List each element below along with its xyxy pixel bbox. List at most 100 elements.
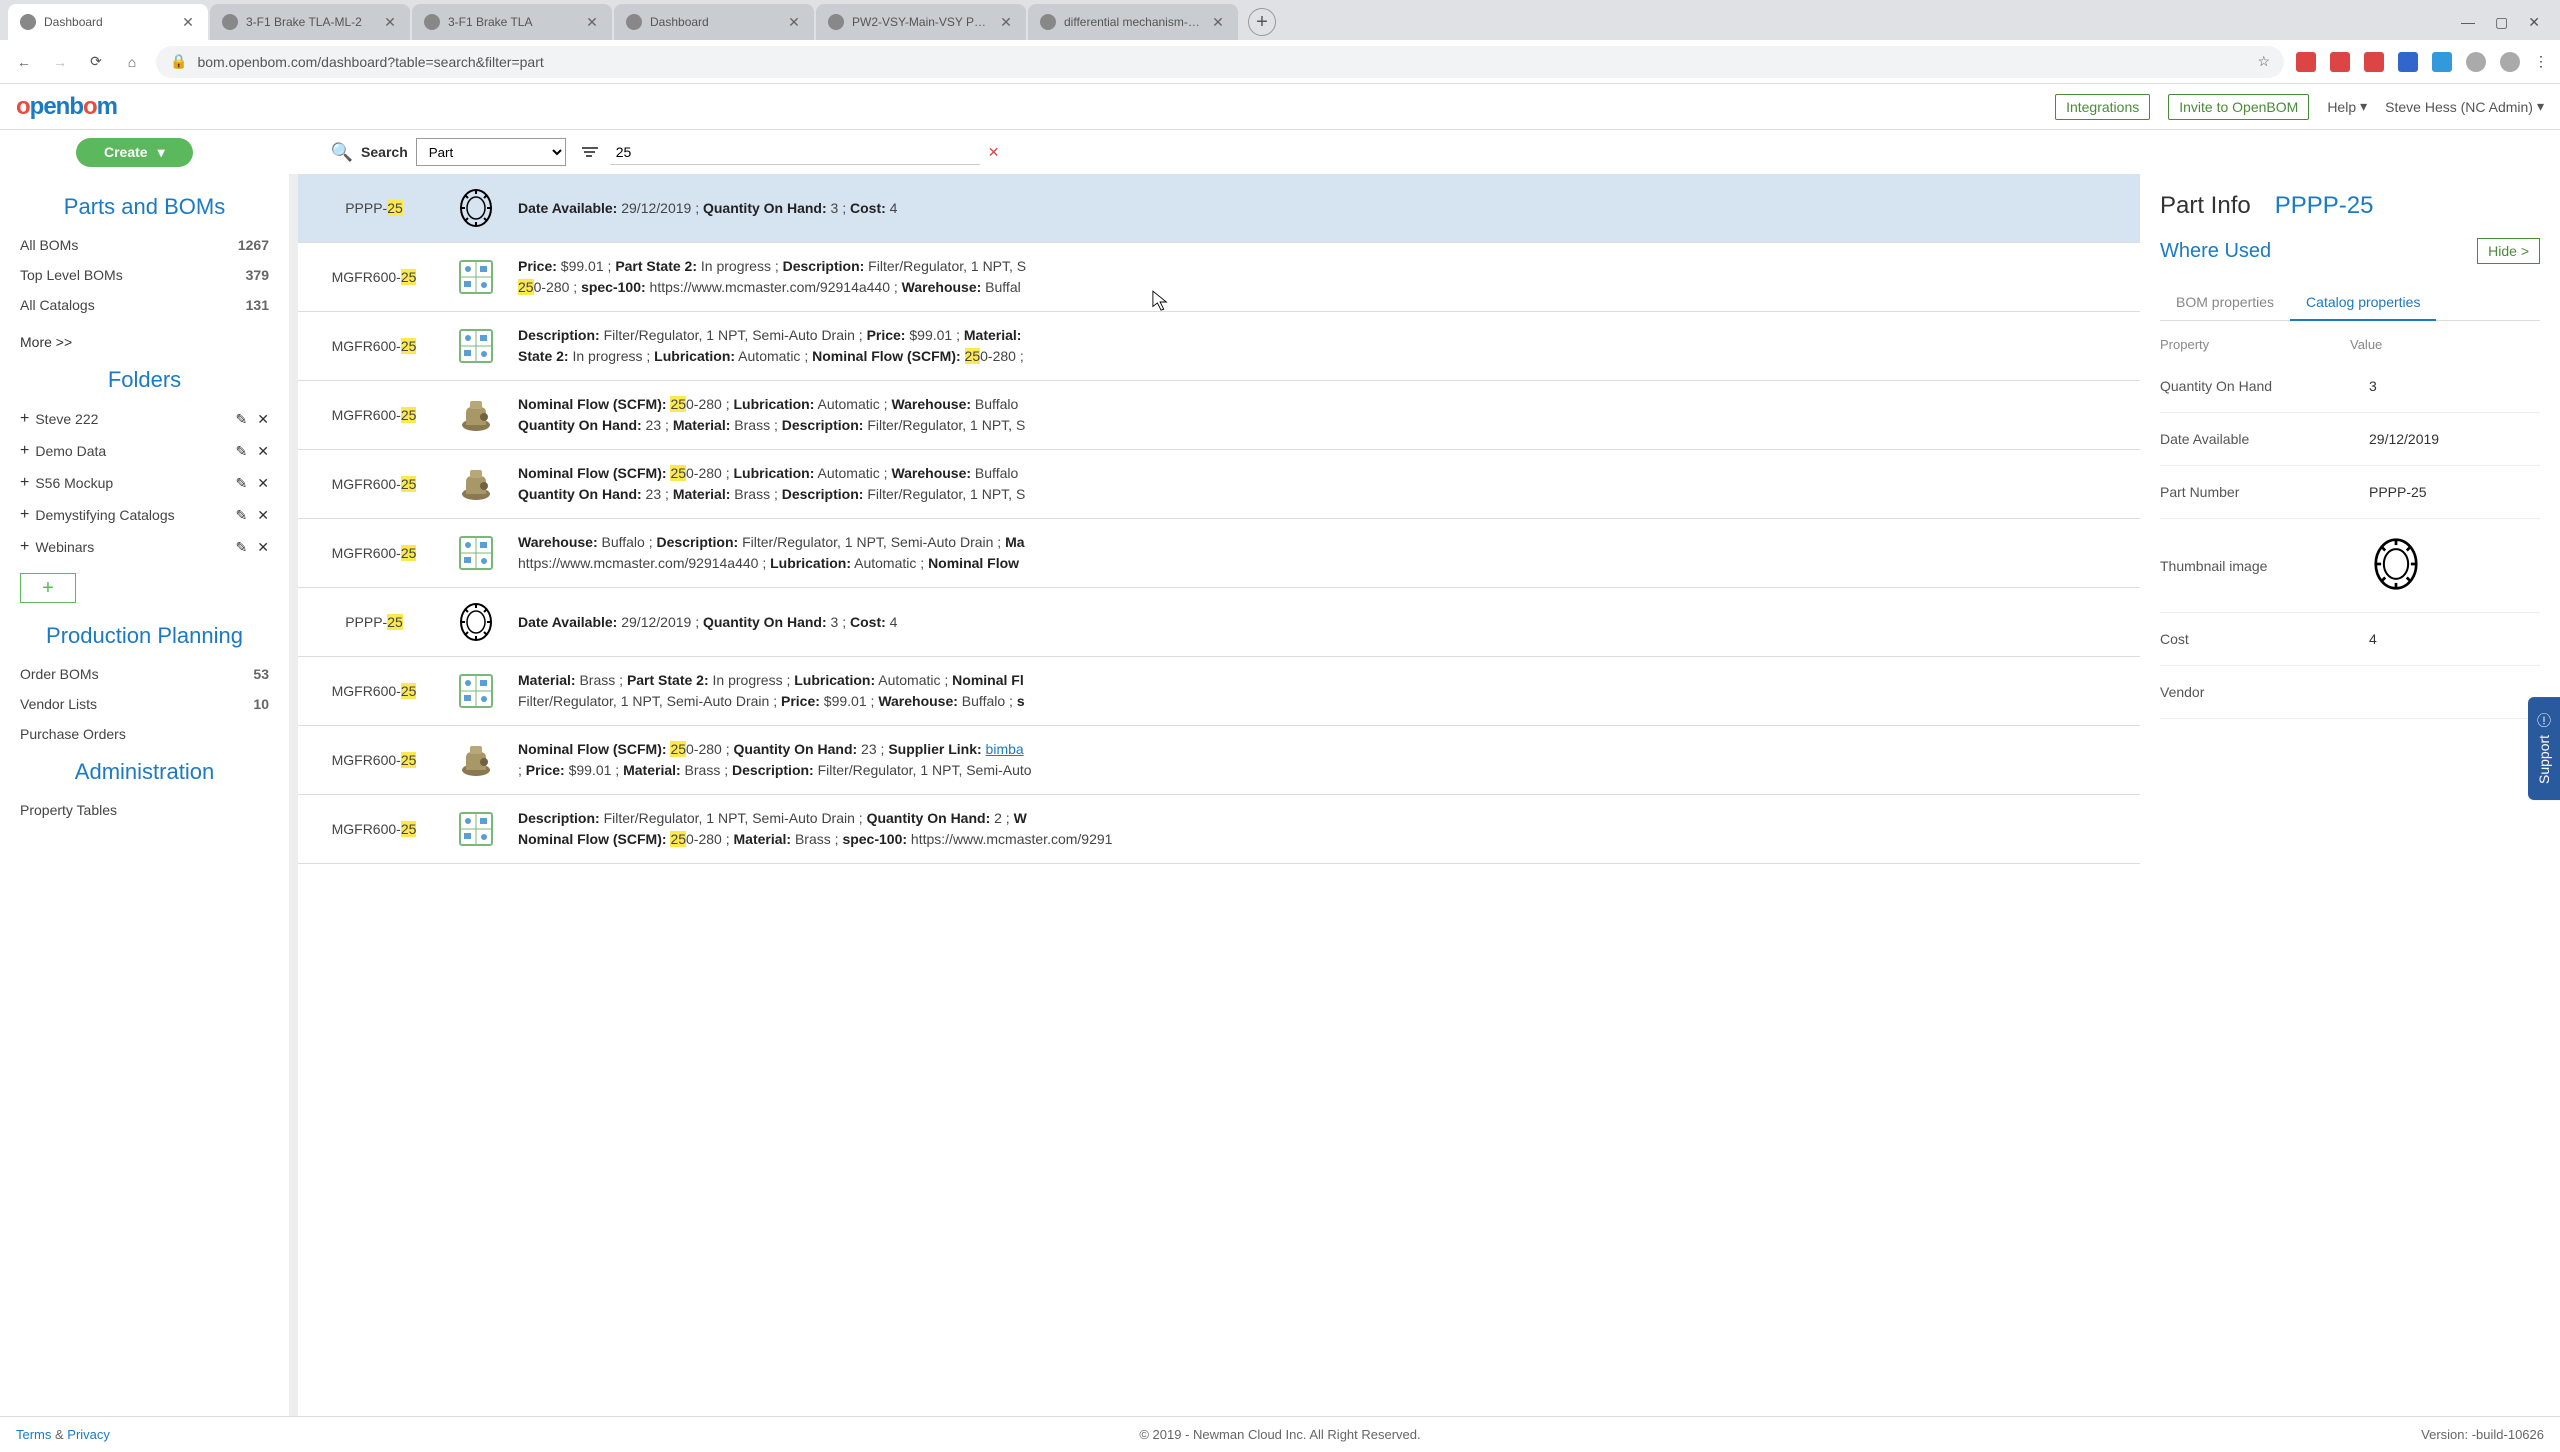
integrations-button[interactable]: Integrations <box>2055 94 2150 120</box>
delete-icon[interactable]: ✕ <box>257 411 269 428</box>
close-icon[interactable]: ✕ <box>998 14 1014 30</box>
expand-icon[interactable]: + <box>20 442 29 460</box>
thumbnail-icon <box>454 393 498 437</box>
search-type-select[interactable]: Part <box>416 138 566 166</box>
edit-icon[interactable]: ✎ <box>236 539 248 556</box>
delete-icon[interactable]: ✕ <box>257 507 269 524</box>
sidebar-folder-item[interactable]: +Demo Data✎✕ <box>0 435 289 467</box>
star-icon[interactable]: ☆ <box>2257 53 2270 70</box>
new-tab-button[interactable]: + <box>1248 8 1276 36</box>
result-details: Nominal Flow (SCFM): 250-280 ; Lubricati… <box>518 463 2124 505</box>
close-window-icon[interactable]: ✕ <box>2528 14 2540 31</box>
delete-icon[interactable]: ✕ <box>257 539 269 556</box>
profile-icon[interactable] <box>2500 52 2520 72</box>
sidebar-nav-item[interactable]: All Catalogs131 <box>0 290 289 320</box>
create-button[interactable]: Create▾ <box>76 138 193 167</box>
sidebar-nav-item[interactable]: Top Level BOMs379 <box>0 260 289 290</box>
help-menu[interactable]: Help ▾ <box>2327 98 2367 115</box>
result-row[interactable]: MGFR600-25Material: Brass ; Part State 2… <box>298 657 2140 726</box>
ext-icon-6[interactable] <box>2466 52 2486 72</box>
forward-icon[interactable]: → <box>48 50 72 74</box>
logo[interactable]: openbom <box>16 93 117 121</box>
close-icon[interactable]: ✕ <box>382 14 398 30</box>
admin-heading: Administration <box>0 749 289 795</box>
property-value: 3 <box>2369 378 2377 394</box>
expand-icon[interactable]: + <box>20 474 29 492</box>
invite-button[interactable]: Invite to OpenBOM <box>2168 94 2309 120</box>
browser-tab[interactable]: differential mechanism-ML✕ <box>1028 4 1238 40</box>
help-circle-icon: ⓘ <box>2534 713 2554 727</box>
expand-icon[interactable]: + <box>20 410 29 428</box>
add-folder-button[interactable]: + <box>20 573 76 603</box>
search-area: 🔍 Search Part ✕ <box>331 138 1000 166</box>
search-input[interactable] <box>610 140 980 165</box>
more-link[interactable]: More >> <box>0 320 289 357</box>
browser-tab[interactable]: 3-F1 Brake TLA-ML-2✕ <box>210 4 410 40</box>
result-row[interactable]: MGFR600-25Price: $99.01 ; Part State 2: … <box>298 243 2140 312</box>
sidebar-prod-item[interactable]: Order BOMs53 <box>0 659 289 689</box>
edit-icon[interactable]: ✎ <box>236 475 248 492</box>
ext-icon-5[interactable] <box>2432 52 2452 72</box>
minimize-icon[interactable]: — <box>2461 14 2475 31</box>
tab-favicon <box>828 14 844 30</box>
result-row[interactable]: MGFR600-25Description: Filter/Regulator,… <box>298 312 2140 381</box>
url-bar[interactable]: 🔒 bom.openbom.com/dashboard?table=search… <box>156 46 2284 78</box>
result-row[interactable]: MGFR600-25Nominal Flow (SCFM): 250-280 ;… <box>298 726 2140 795</box>
sidebar-nav-item[interactable]: All BOMs1267 <box>0 230 289 260</box>
sidebar-prod-item[interactable]: Vendor Lists10 <box>0 689 289 719</box>
part-id: MGFR600-25 <box>314 821 434 837</box>
result-row[interactable]: MGFR600-25Warehouse: Buffalo ; Descripti… <box>298 519 2140 588</box>
terms-link[interactable]: Terms <box>16 1427 51 1442</box>
back-icon[interactable]: ← <box>12 50 36 74</box>
filter-icon[interactable] <box>582 142 602 162</box>
support-tab[interactable]: Supportⓘ <box>2528 697 2560 800</box>
sidebar-folder-item[interactable]: +Steve 222✎✕ <box>0 403 289 435</box>
edit-icon[interactable]: ✎ <box>236 507 248 524</box>
ext-icon-2[interactable] <box>2330 52 2350 72</box>
sidebar-admin-item[interactable]: Property Tables <box>0 795 289 825</box>
browser-tab[interactable]: Dashboard✕ <box>8 4 208 40</box>
home-icon[interactable]: ⌂ <box>120 50 144 74</box>
expand-icon[interactable]: + <box>20 538 29 556</box>
expand-icon[interactable]: + <box>20 506 29 524</box>
search-icon: 🔍 <box>331 142 353 163</box>
edit-icon[interactable]: ✎ <box>236 443 248 460</box>
delete-icon[interactable]: ✕ <box>257 475 269 492</box>
thumbnail-icon <box>454 669 498 713</box>
edit-icon[interactable]: ✎ <box>236 411 248 428</box>
sidebar-prod-item[interactable]: Purchase Orders <box>0 719 289 749</box>
property-value: 29/12/2019 <box>2369 431 2439 447</box>
result-row[interactable]: MGFR600-25Nominal Flow (SCFM): 250-280 ;… <box>298 450 2140 519</box>
ext-icon-1[interactable] <box>2296 52 2316 72</box>
sidebar-folder-item[interactable]: +S56 Mockup✎✕ <box>0 467 289 499</box>
menu-icon[interactable]: ⋮ <box>2534 53 2548 70</box>
browser-tab[interactable]: 3-F1 Brake TLA✕ <box>412 4 612 40</box>
result-row[interactable]: MGFR600-25Nominal Flow (SCFM): 250-280 ;… <box>298 381 2140 450</box>
user-menu[interactable]: Steve Hess (NC Admin) ▾ <box>2385 98 2544 115</box>
browser-tab[interactable]: Dashboard✕ <box>614 4 814 40</box>
tab-bom-properties[interactable]: BOM properties <box>2160 284 2290 320</box>
part-id: MGFR600-25 <box>314 683 434 699</box>
sidebar-folder-item[interactable]: +Webinars✎✕ <box>0 531 289 563</box>
close-icon[interactable]: ✕ <box>1210 14 1226 30</box>
delete-icon[interactable]: ✕ <box>257 443 269 460</box>
browser-tab[interactable]: PW2-VSY-Main-VSY PUMP✕ <box>816 4 1026 40</box>
close-icon[interactable]: ✕ <box>786 14 802 30</box>
result-row[interactable]: MGFR600-25Description: Filter/Regulator,… <box>298 795 2140 864</box>
where-used-heading[interactable]: Where Used <box>2160 240 2271 263</box>
ext-icon-4[interactable] <box>2398 52 2418 72</box>
sidebar-folder-item[interactable]: +Demystifying Catalogs✎✕ <box>0 499 289 531</box>
ext-icon-3[interactable] <box>2364 52 2384 72</box>
close-icon[interactable]: ✕ <box>584 14 600 30</box>
part-info-number: PPPP-25 <box>2275 192 2374 220</box>
clear-search-icon[interactable]: ✕ <box>988 144 1000 161</box>
result-row[interactable]: PPPP-25Date Available: 29/12/2019 ; Quan… <box>298 174 2140 243</box>
part-id: MGFR600-25 <box>314 545 434 561</box>
result-row[interactable]: PPPP-25Date Available: 29/12/2019 ; Quan… <box>298 588 2140 657</box>
maximize-icon[interactable]: ▢ <box>2495 14 2508 31</box>
close-icon[interactable]: ✕ <box>180 14 196 30</box>
privacy-link[interactable]: Privacy <box>67 1427 110 1442</box>
reload-icon[interactable]: ⟳ <box>84 50 108 74</box>
hide-button[interactable]: Hide > <box>2477 238 2540 264</box>
tab-catalog-properties[interactable]: Catalog properties <box>2290 284 2436 320</box>
